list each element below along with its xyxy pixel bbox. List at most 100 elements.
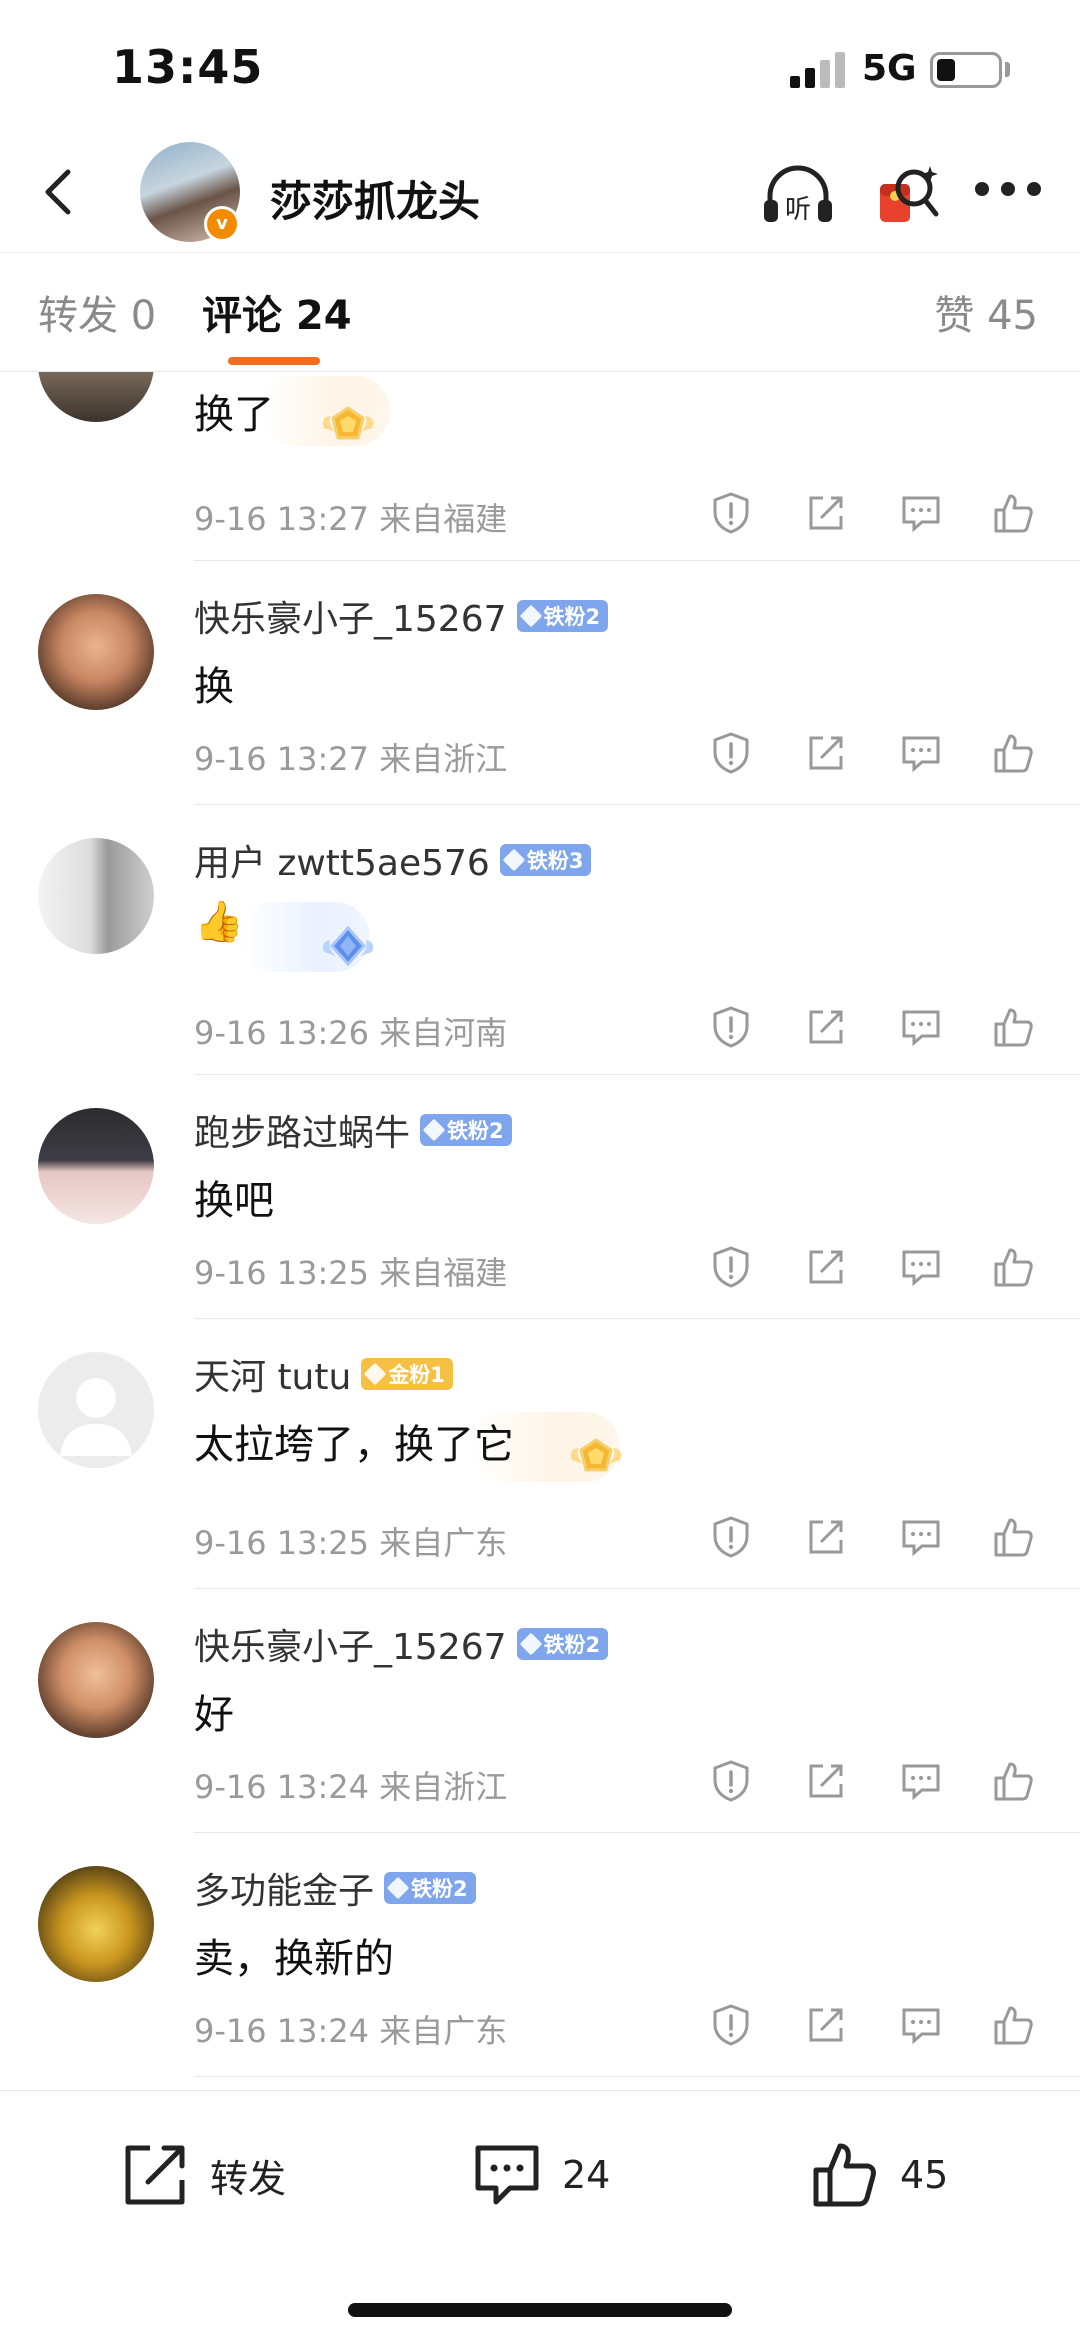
like-button[interactable]: 45	[808, 2135, 948, 2215]
share-icon[interactable]	[803, 1514, 849, 1560]
comment-text: 换	[194, 664, 234, 710]
more-icon[interactable]	[975, 182, 1041, 198]
bottom-action-bar: 转发 24 45	[0, 2090, 1080, 2338]
report-icon[interactable]	[708, 1514, 754, 1560]
fan-badge-label: 铁粉2	[411, 1877, 468, 1901]
report-icon[interactable]	[708, 490, 754, 536]
comment-actions	[0, 730, 1080, 780]
tab-comment[interactable]: 评论 24	[202, 283, 352, 341]
commenter-name-row: 用户 zwtt5ae576 铁粉3	[194, 834, 592, 886]
like-icon[interactable]	[990, 1004, 1036, 1050]
comment-item: 跑步路过蜗牛 铁粉2 换吧 9-16 13:25 来自福建	[0, 1076, 1080, 1320]
divider	[194, 1832, 1080, 1833]
comment-item: 多功能金子 铁粉2 卖，换新的 9-16 13:24 来自广东	[0, 1834, 1080, 2078]
commenter-name-row: 多功能金子 铁粉2	[194, 1862, 476, 1914]
fan-badge-label: 金粉1	[388, 1363, 445, 1387]
fan-badge: 铁粉2	[420, 1114, 512, 1146]
repost-label: 转发	[210, 2156, 287, 2201]
fan-badge: 铁粉2	[384, 1872, 476, 1904]
share-icon[interactable]	[803, 1758, 849, 1804]
commenter-avatar[interactable]	[38, 594, 154, 710]
signal-icon	[790, 52, 846, 88]
repost-button[interactable]: 转发	[118, 2135, 286, 2215]
reply-icon[interactable]	[898, 730, 944, 776]
like-icon[interactable]	[990, 730, 1036, 776]
share-icon[interactable]	[803, 490, 849, 536]
back-icon[interactable]	[30, 162, 90, 222]
comment-text: 换了	[194, 392, 274, 438]
comment-actions	[0, 490, 1080, 540]
commenter-avatar[interactable]	[38, 1866, 154, 1982]
comment-list[interactable]: 换了 9-16 13:27 来自福建 快乐豪小子_15267 铁粉2 换 9-1…	[0, 372, 1080, 2090]
share-icon[interactable]	[803, 2002, 849, 2048]
commenter-name[interactable]: 快乐豪小子_15267	[194, 590, 507, 642]
like-icon[interactable]	[990, 1514, 1036, 1560]
comment-actions	[0, 2002, 1080, 2052]
reply-icon[interactable]	[898, 1004, 944, 1050]
report-icon[interactable]	[708, 1004, 754, 1050]
comment-actions	[0, 1514, 1080, 1564]
listen-icon[interactable]: 听	[758, 160, 838, 230]
tab-like[interactable]: 赞 45	[934, 283, 1038, 341]
fan-badge: 金粉1	[361, 1358, 453, 1390]
comment-actions	[0, 1758, 1080, 1808]
divider	[194, 560, 1080, 561]
report-icon[interactable]	[708, 1244, 754, 1290]
share-icon[interactable]	[803, 730, 849, 776]
commenter-avatar[interactable]	[38, 372, 154, 422]
commenter-name[interactable]: 快乐豪小子_15267	[194, 1618, 507, 1670]
red-packet-search-icon[interactable]	[872, 160, 944, 230]
commenter-avatar[interactable]	[38, 1108, 154, 1224]
fan-badge-label: 铁粉2	[447, 1119, 504, 1143]
fan-badge-label: 铁粉3	[526, 849, 584, 873]
status-bar: 13:45 5G	[0, 0, 1080, 140]
tab-repost[interactable]: 转发 0	[38, 283, 156, 341]
commenter-name[interactable]: 多功能金子	[194, 1862, 374, 1914]
report-icon[interactable]	[708, 730, 754, 776]
fan-badge-label: 铁粉2	[543, 605, 601, 629]
verified-icon: v	[204, 206, 240, 242]
reply-icon[interactable]	[898, 1514, 944, 1560]
reply-icon[interactable]	[898, 2002, 944, 2048]
battery-icon	[930, 52, 1002, 88]
fan-badge-label: 铁粉2	[543, 1633, 601, 1657]
commenter-avatar[interactable]	[38, 1622, 154, 1738]
share-icon[interactable]	[803, 1004, 849, 1050]
author-name[interactable]: 莎莎抓龙头	[270, 168, 480, 229]
share-icon[interactable]	[803, 1244, 849, 1290]
commenter-avatar[interactable]	[38, 838, 154, 954]
home-indicator[interactable]	[348, 2303, 732, 2317]
like-icon[interactable]	[990, 1758, 1036, 1804]
divider	[194, 2076, 1080, 2077]
repost-icon	[125, 2145, 185, 2205]
comment-button[interactable]: 24	[470, 2135, 610, 2215]
commenter-name-row: 快乐豪小子_15267 铁粉2	[194, 1618, 609, 1670]
reply-icon[interactable]	[898, 1758, 944, 1804]
like-icon[interactable]	[990, 1244, 1036, 1290]
tab-bar: 转发 0 评论 24 赞 45	[0, 252, 1080, 372]
reply-icon[interactable]	[898, 1244, 944, 1290]
like-icon[interactable]	[990, 490, 1036, 536]
like-count: 45	[900, 2153, 949, 2197]
like-icon[interactable]	[990, 2002, 1036, 2048]
like-icon	[813, 2143, 876, 2207]
comment-actions	[0, 1004, 1080, 1054]
diamond-medal-icon	[322, 925, 374, 967]
commenter-name[interactable]: 跑步路过蜗牛	[194, 1104, 410, 1156]
header: v 莎莎抓龙头 听	[0, 140, 1080, 252]
commenter-avatar[interactable]	[38, 1352, 154, 1468]
tab-active-indicator	[228, 357, 320, 365]
divider	[194, 1074, 1080, 1075]
comment-text: 换吧	[194, 1178, 274, 1224]
gold-medal-icon	[322, 406, 374, 440]
default-avatar-icon	[60, 1378, 132, 1456]
fan-badge: 铁粉2	[516, 1628, 609, 1660]
report-icon[interactable]	[708, 2002, 754, 2048]
commenter-name-row: 天河 tutu 金粉1	[194, 1348, 453, 1400]
commenter-name[interactable]: 天河 tutu	[194, 1348, 351, 1400]
comment-item: 快乐豪小子_15267 铁粉2 换 9-16 13:27 来自浙江	[0, 562, 1080, 806]
comment-text: 太拉垮了，换了它	[194, 1422, 514, 1468]
commenter-name[interactable]: 用户 zwtt5ae576	[194, 834, 490, 886]
reply-icon[interactable]	[898, 490, 944, 536]
report-icon[interactable]	[708, 1758, 754, 1804]
